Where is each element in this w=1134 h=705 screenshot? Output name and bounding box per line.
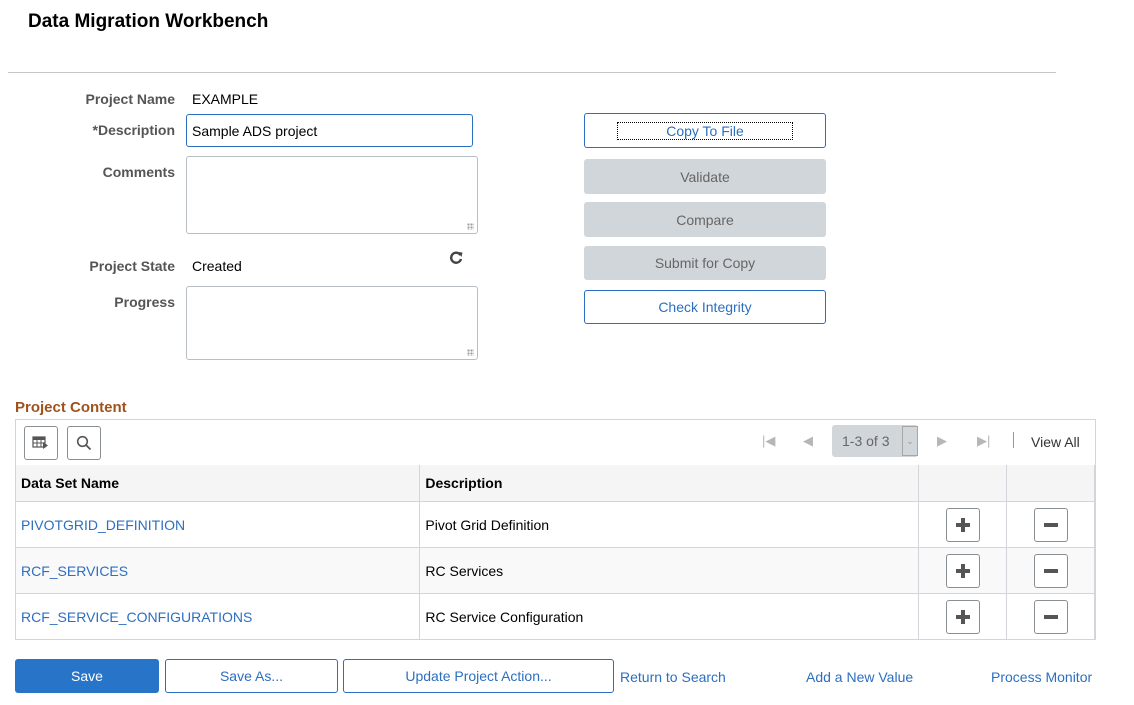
column-header-data-set-name[interactable]: Data Set Name	[16, 465, 421, 502]
save-as-button[interactable]: Save As...	[165, 659, 338, 693]
table-header-row: Data Set Name Description	[16, 465, 1095, 502]
row-description: RC Service Configuration	[419, 593, 920, 640]
progress-label: Progress	[114, 294, 175, 310]
personalize-grid-button[interactable]	[24, 426, 58, 460]
column-header-delete	[1006, 465, 1095, 502]
check-integrity-button[interactable]: Check Integrity	[584, 290, 826, 324]
add-row-button[interactable]	[945, 553, 980, 588]
plus-icon	[955, 517, 970, 532]
grid-personalize-icon	[32, 436, 48, 449]
resize-grip-icon[interactable]	[467, 349, 474, 356]
description-input[interactable]	[186, 114, 473, 147]
project-state-value: Created	[192, 258, 242, 274]
table-row: RCF_SERVICE_CONFIGURATIONS RC Service Co…	[16, 593, 1095, 640]
add-row-button[interactable]	[945, 599, 980, 634]
table-row: RCF_SERVICES RC Services	[16, 547, 1095, 594]
progress-textarea[interactable]	[186, 286, 478, 360]
data-set-link[interactable]: PIVOTGRID_DEFINITION	[21, 517, 185, 533]
submit-for-copy-button[interactable]: Submit for Copy	[584, 246, 826, 280]
previous-page-icon[interactable]: ◀	[803, 433, 813, 449]
page-title: Data Migration Workbench	[28, 11, 269, 32]
add-row-button[interactable]	[945, 507, 980, 542]
row-description: RC Services	[419, 547, 920, 594]
copy-to-file-label: Copy To File	[617, 121, 793, 140]
description-label: *Description	[92, 122, 175, 138]
plus-icon	[955, 563, 970, 578]
delete-row-button[interactable]	[1033, 507, 1068, 542]
table-row: PIVOTGRID_DEFINITION Pivot Grid Definiti…	[16, 501, 1095, 548]
content-table: Data Set Name Description PIVOTGRID_DEFI…	[16, 465, 1095, 640]
delete-row-button[interactable]	[1033, 553, 1068, 588]
minus-icon	[1043, 568, 1058, 573]
page-range-selector[interactable]: 1-3 of 3 ⌄	[832, 425, 918, 457]
copy-to-file-button[interactable]: Copy To File	[584, 113, 826, 148]
project-name-label: Project Name	[85, 91, 175, 107]
row-description: Pivot Grid Definition	[419, 501, 920, 548]
first-page-icon[interactable]: |◀	[762, 433, 775, 449]
divider	[8, 72, 1056, 73]
grid-toolbar: |◀ ◀ 1-3 of 3 ⌄ ▶ ▶| View All	[16, 420, 1095, 466]
refresh-icon[interactable]	[448, 250, 464, 266]
process-monitor-link[interactable]: Process Monitor	[991, 669, 1092, 685]
minus-icon	[1043, 614, 1058, 619]
data-set-link[interactable]: RCF_SERVICE_CONFIGURATIONS	[21, 609, 252, 625]
chevron-down-icon[interactable]: ⌄	[902, 426, 918, 456]
data-set-link[interactable]: RCF_SERVICES	[21, 563, 128, 579]
pager-separator	[1013, 432, 1014, 448]
save-button[interactable]: Save	[15, 659, 159, 693]
search-icon	[76, 435, 92, 451]
page-range-text: 1-3 of 3	[842, 433, 890, 449]
delete-row-button[interactable]	[1033, 599, 1068, 634]
plus-icon	[955, 609, 970, 624]
compare-button[interactable]: Compare	[584, 202, 826, 237]
view-all-link[interactable]: View All	[1031, 434, 1080, 450]
last-page-icon[interactable]: ▶|	[977, 433, 990, 449]
column-header-add	[918, 465, 1008, 502]
project-name-value: EXAMPLE	[192, 91, 259, 107]
project-state-label: Project State	[89, 258, 175, 274]
update-project-action-button[interactable]: Update Project Action...	[343, 659, 614, 693]
minus-icon	[1043, 522, 1058, 527]
section-title-project-content: Project Content	[15, 399, 127, 416]
validate-button[interactable]: Validate	[584, 159, 826, 194]
add-new-value-link[interactable]: Add a New Value	[806, 669, 913, 685]
next-page-icon[interactable]: ▶	[937, 433, 947, 449]
project-content-grid: |◀ ◀ 1-3 of 3 ⌄ ▶ ▶| View All Data Set N…	[15, 419, 1096, 640]
resize-grip-icon[interactable]	[467, 223, 474, 230]
comments-label: Comments	[102, 164, 175, 180]
find-button[interactable]	[67, 426, 101, 460]
column-header-description[interactable]: Description	[419, 465, 920, 502]
return-to-search-link[interactable]: Return to Search	[620, 669, 726, 685]
comments-textarea[interactable]	[186, 156, 478, 234]
